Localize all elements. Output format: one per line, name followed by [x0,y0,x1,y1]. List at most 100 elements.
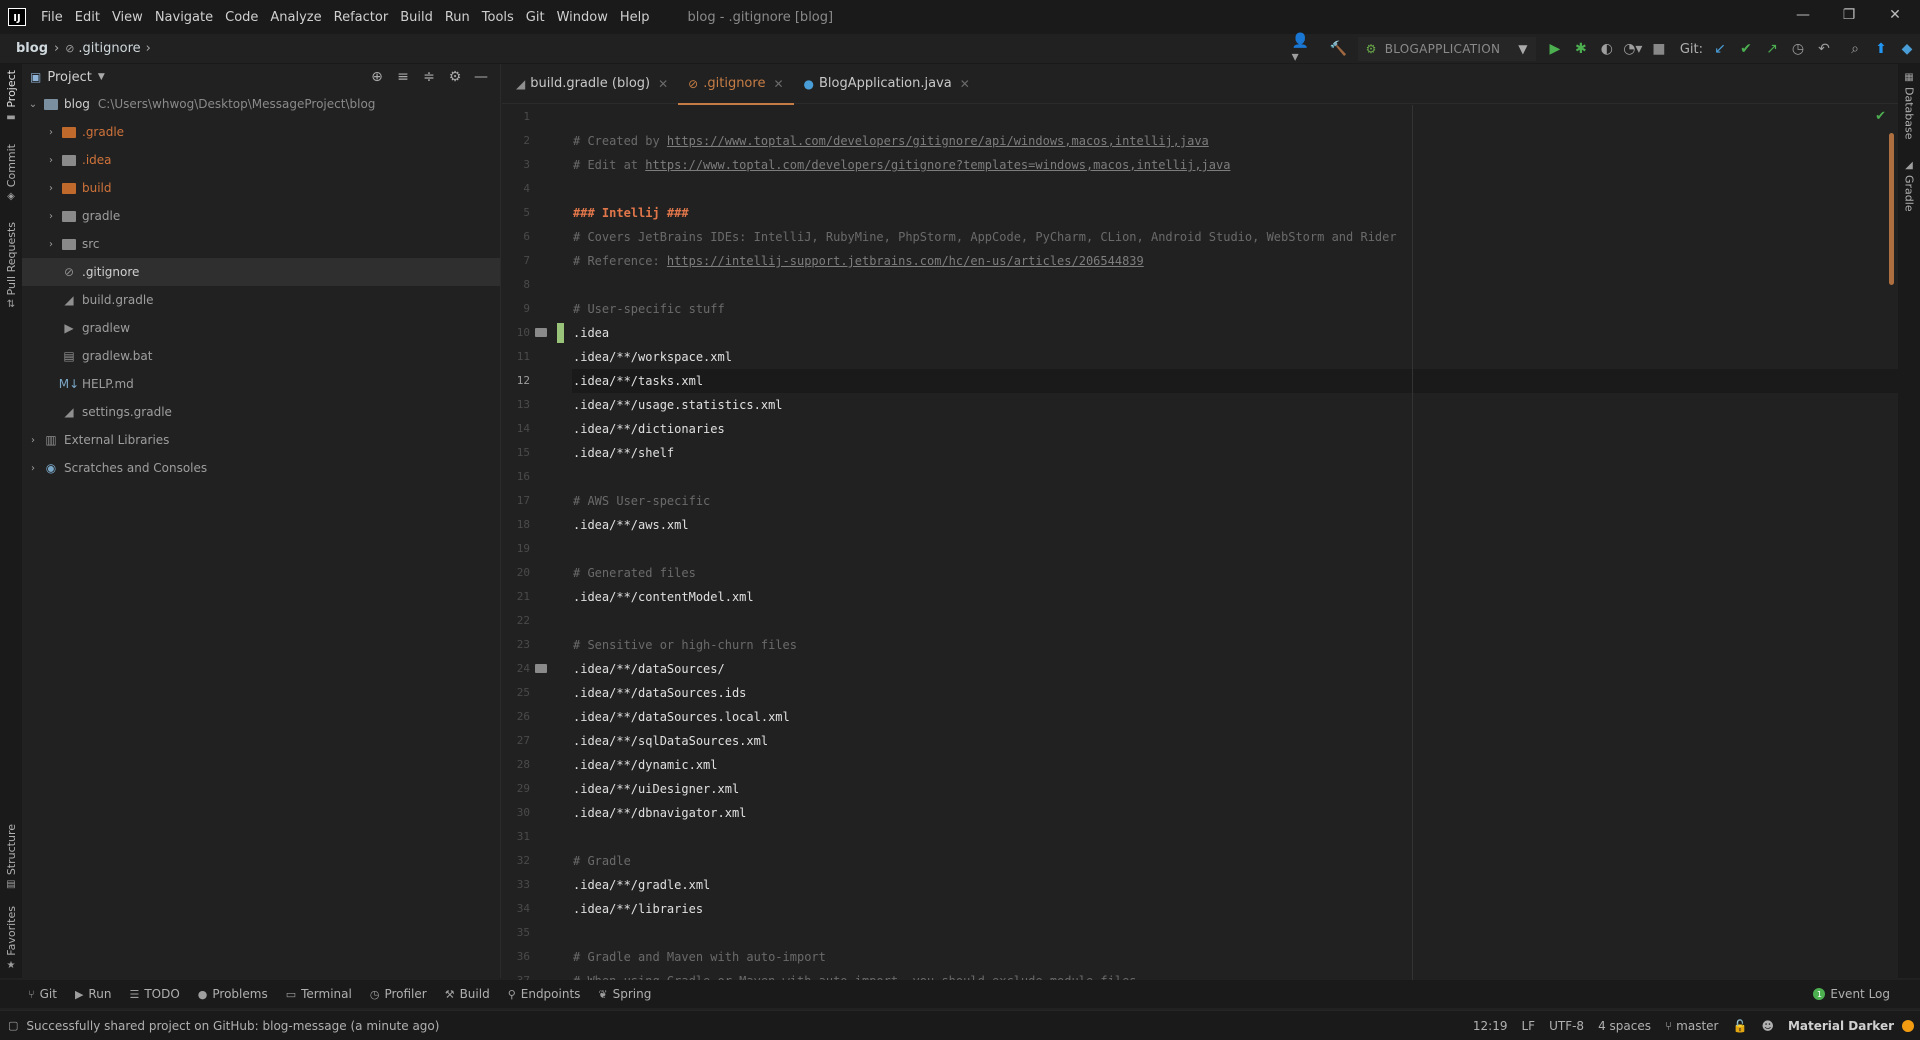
git-update-icon[interactable]: ↙ [1708,37,1732,61]
tool-button-todo[interactable]: ☰ TODO [129,987,179,1001]
menu-navigate[interactable]: Navigate [149,10,219,25]
git-commit-icon[interactable]: ✔ [1734,37,1758,61]
code-line[interactable]: # Edit at https://www.toptal.com/develop… [572,153,1898,177]
line-number[interactable]: 33 [502,878,530,891]
line-number[interactable]: 36 [502,950,530,963]
code-line[interactable]: # Covers JetBrains IDEs: IntelliJ, RubyM… [572,225,1898,249]
debug-icon[interactable]: ✱ [1569,37,1593,61]
tool-button-terminal[interactable]: ▭ Terminal [286,987,352,1001]
coverage-icon[interactable]: ◐ [1595,37,1619,61]
menu-window[interactable]: Window [551,10,614,25]
code-line[interactable] [572,273,1898,297]
line-number[interactable]: 25 [502,686,530,699]
code-line[interactable] [572,105,1898,129]
inspection-ok-icon[interactable]: ✔ [1875,109,1886,124]
tool-tab-pull-requests[interactable]: Pull Requests ⇅ [0,222,22,310]
close-window-button[interactable]: ✕ [1872,0,1918,30]
tool-button-endpoints[interactable]: ⚲ Endpoints [508,987,581,1001]
tree-item-settings-gradle[interactable]: ◢ settings.gradle [22,398,500,426]
breadcrumb-file[interactable]: .gitignore [78,41,140,56]
code-line[interactable]: # AWS User-specific [572,489,1898,513]
close-tab-icon[interactable]: ✕ [773,77,783,91]
add-user-icon[interactable]: 👤▾ [1292,33,1316,65]
code-line[interactable]: .idea/**/shelf [572,441,1898,465]
read-only-lock-icon[interactable]: 🔓 [1733,1019,1748,1033]
line-separator[interactable]: LF [1521,1019,1535,1033]
profile-icon[interactable]: ◔▾ [1621,37,1645,61]
tool-button-spring[interactable]: ❦ Spring [598,987,651,1001]
breadcrumb-project[interactable]: blog [16,41,48,56]
tree-item-idea[interactable]: › .idea [22,146,500,174]
line-number[interactable]: 34 [502,902,530,915]
stop-icon[interactable]: ■ [1647,37,1671,61]
menu-analyze[interactable]: Analyze [264,10,327,25]
line-number[interactable]: 2 [502,134,530,147]
git-push-icon[interactable]: ↗ [1760,37,1784,61]
tree-item-gradle[interactable]: › gradle [22,202,500,230]
line-number[interactable]: 5 [502,206,530,219]
tool-button-problems[interactable]: ● Problems [198,987,268,1001]
fold-region-icon[interactable] [535,328,547,337]
code-link[interactable]: https://www.toptal.com/developers/gitign… [645,158,1230,172]
line-number[interactable]: 32 [502,854,530,867]
menu-code[interactable]: Code [219,10,264,25]
git-branch-widget[interactable]: ⑂ master [1665,1019,1719,1033]
code-line[interactable]: .idea/**/dictionaries [572,417,1898,441]
line-number[interactable]: 6 [502,230,530,243]
code-line[interactable]: # Gradle and Maven with auto-import [572,945,1898,969]
locate-file-icon[interactable]: ⊕ [364,69,390,85]
tree-item-gradlew[interactable]: ▶ gradlew [22,314,500,342]
code-line[interactable]: # Created by https://www.toptal.com/deve… [572,129,1898,153]
line-number[interactable]: 31 [502,830,530,843]
tool-tab-gradle[interactable]: ◢ Gradle [1898,160,1920,212]
tree-root-blog[interactable]: ⌄ blog C:\Users\whwog\Desktop\MessagePro… [22,90,500,118]
tab-blog-application[interactable]: ● BlogApplication.java ✕ [794,64,980,104]
tab-build-gradle[interactable]: ◢ build.gradle (blog) ✕ [506,64,678,104]
update-icon[interactable]: ⬆ [1869,37,1893,61]
menu-help[interactable]: Help [614,10,656,25]
theme-switcher[interactable]: Material Darker [1788,1019,1894,1033]
tree-item-help-md[interactable]: M↓ HELP.md [22,370,500,398]
code-line[interactable] [572,465,1898,489]
code-line[interactable] [572,177,1898,201]
breadcrumb-chevron-icon[interactable]: › [146,41,151,56]
line-number[interactable]: 14 [502,422,530,435]
line-number[interactable]: 17 [502,494,530,507]
line-number[interactable]: 23 [502,638,530,651]
restore-button[interactable]: ❐ [1826,0,1872,30]
code-line[interactable]: .idea/**/dbnavigator.xml [572,801,1898,825]
fold-region-icon[interactable] [535,664,547,673]
menu-view[interactable]: View [106,10,149,25]
indent-setting[interactable]: 4 spaces [1598,1019,1651,1033]
tree-item-build-gradle[interactable]: ◢ build.gradle [22,286,500,314]
status-message[interactable]: ▢ Successfully shared project on GitHub:… [8,1019,439,1033]
tool-tab-commit[interactable]: Commit ◈ [0,144,22,202]
line-number[interactable]: 11 [502,350,530,363]
code-line[interactable]: .idea/**/dataSources.ids [572,681,1898,705]
line-number[interactable]: 27 [502,734,530,747]
tool-tab-project[interactable]: Project ▬ [0,70,22,123]
line-number[interactable]: 13 [502,398,530,411]
line-number[interactable]: 19 [502,542,530,555]
toolbox-icon[interactable]: ◆ [1895,37,1919,61]
code-line[interactable]: # Sensitive or high-churn files [572,633,1898,657]
line-number[interactable]: 35 [502,926,530,939]
line-number[interactable]: 16 [502,470,530,483]
code-line[interactable]: # Gradle [572,849,1898,873]
code-line[interactable]: .idea/**/contentModel.xml [572,585,1898,609]
code-line[interactable]: .idea/**/dataSources.local.xml [572,705,1898,729]
hide-panel-icon[interactable]: — [468,69,494,85]
tool-button-profiler[interactable]: ◷ Profiler [370,987,427,1001]
code-area[interactable]: # Created by https://www.toptal.com/deve… [572,105,1898,980]
run-icon[interactable]: ▶ [1543,37,1567,61]
menu-git[interactable]: Git [520,10,551,25]
menu-tools[interactable]: Tools [476,10,520,25]
code-line[interactable]: # User-specific stuff [572,297,1898,321]
editor-scrollbar[interactable] [1889,133,1894,285]
line-number[interactable]: 4 [502,182,530,195]
menu-build[interactable]: Build [394,10,439,25]
line-number[interactable]: 21 [502,590,530,603]
gear-icon[interactable]: ⚙ [442,69,468,85]
code-line[interactable] [572,609,1898,633]
hector-icon[interactable]: ☻ [1761,1019,1774,1033]
